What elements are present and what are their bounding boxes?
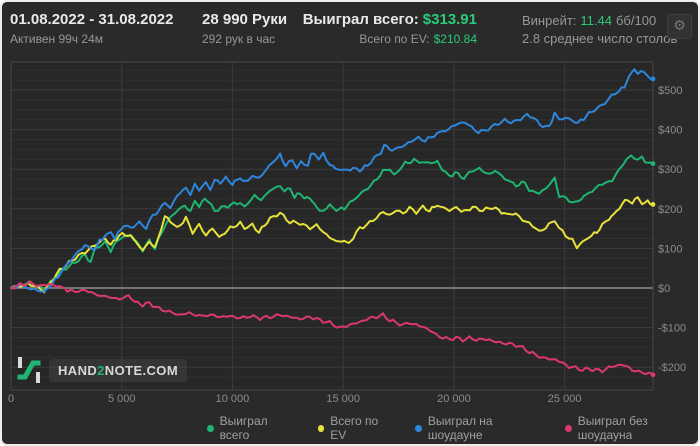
legend-item-won-non-showdown[interactable]: Выиграл без шоудауна — [565, 414, 698, 442]
series-endpoint-won-showdown — [650, 76, 656, 82]
hand2note-graph-window: 01.08.2022 - 31.08.2022 Активен 99ч 24м … — [0, 0, 700, 446]
x-axis-label: 20 000 — [437, 393, 471, 405]
legend-label: Выиграл на шоудауне — [427, 414, 493, 442]
legend-dot — [565, 424, 572, 432]
y-axis-label: $500 — [658, 85, 682, 97]
legend-dot — [415, 424, 422, 432]
legend-item-all-in-ev[interactable]: Всего по EV — [317, 414, 394, 442]
series-endpoint-won-total — [650, 161, 656, 167]
y-axis-label: -$200 — [658, 362, 686, 374]
logo-text-pre: HAND — [58, 362, 98, 378]
x-axis-label: 25 000 — [548, 393, 582, 405]
legend-item-won-showdown[interactable]: Выиграл на шоудауне — [415, 414, 543, 442]
y-axis-label: $400 — [658, 125, 682, 137]
legend-dot — [317, 424, 325, 432]
y-axis-label: -$100 — [658, 323, 686, 335]
series-endpoint-won-non-showdown — [650, 372, 656, 378]
legend-label: Выиграл без шоудауна — [577, 414, 648, 442]
legend-item-won-total[interactable]: Выиграл всего — [207, 414, 296, 442]
y-axis-label: $300 — [658, 164, 682, 176]
x-axis-label: 15 000 — [326, 393, 360, 405]
legend-dot — [207, 424, 214, 432]
x-axis-label: 5 000 — [108, 393, 136, 405]
legend-label: Выиграл всего — [219, 414, 268, 442]
x-axis-label: 10 000 — [216, 393, 250, 405]
x-axis-label: 0 — [8, 393, 14, 405]
series-endpoint-all-in-ev — [650, 202, 656, 207]
logo-text-post: NOTE.COM — [104, 362, 179, 378]
hand2note-icon — [17, 357, 41, 383]
hand2note-wordmark: HAND2NOTE.COM — [49, 358, 188, 382]
logo-text-mid: 2 — [97, 362, 105, 378]
y-axis-label: $0 — [658, 283, 670, 295]
legend: Выиграл всего Всего по EV Выиграл на шоуда… — [207, 414, 698, 442]
legend-label: Всего по EV — [330, 414, 379, 442]
hand2note-logo: HAND2NOTE.COM — [16, 356, 188, 384]
y-axis-label: $200 — [658, 204, 682, 216]
y-axis-label: $100 — [658, 243, 682, 255]
